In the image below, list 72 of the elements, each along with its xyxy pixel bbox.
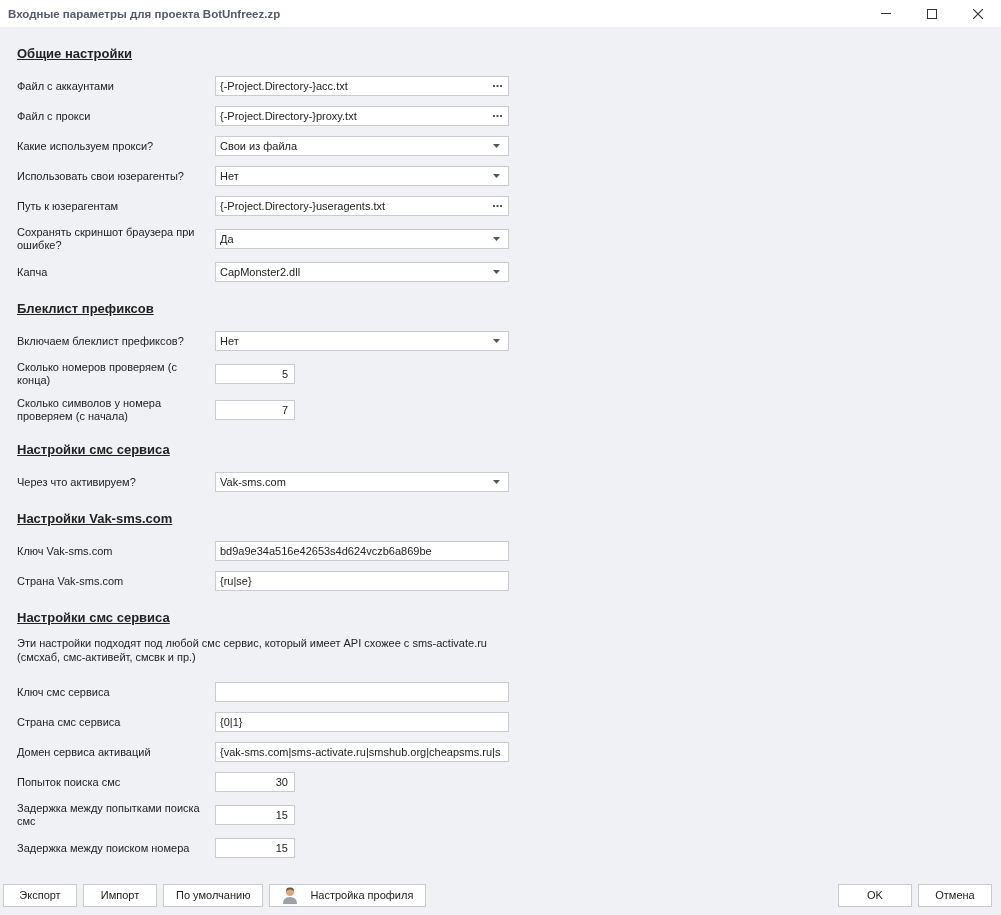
section-heading: Общие настройки xyxy=(17,46,132,62)
footer-button[interactable]: Настройка профиля xyxy=(269,883,427,907)
file-path-field[interactable]: {-Project.Directory-}proxy.txt xyxy=(215,106,509,126)
field-label: Страна Vak-sms.com xyxy=(17,574,125,588)
field-label: Путь к юзерагентам xyxy=(17,199,120,213)
field-value: Vak-sms.com xyxy=(220,476,287,488)
input-field[interactable]: {ru|se} xyxy=(215,571,509,591)
number-field[interactable]: 15 xyxy=(215,805,295,825)
section-heading: Блеклист префиксов xyxy=(17,301,154,317)
number-field[interactable]: 15 xyxy=(215,838,295,858)
field-label: Сохранять скриншот браузера при ошибке? xyxy=(17,226,196,252)
field-label: Сколько символов у номера проверяем (с начала) xyxy=(17,397,163,423)
field-value: Свои из файла xyxy=(220,140,299,152)
number-field[interactable]: 5 xyxy=(215,364,295,384)
dropdown[interactable]: CapMonster2.dll xyxy=(215,262,509,282)
field-value: Нет xyxy=(220,170,240,182)
ellipsis-icon xyxy=(493,204,502,208)
caret-icon xyxy=(493,270,500,274)
caret-icon xyxy=(493,339,500,343)
field-label: Использовать свои юзерагенты? xyxy=(17,169,185,183)
maximize-icon[interactable] xyxy=(927,8,937,19)
number-field[interactable]: 7 xyxy=(215,400,295,420)
field-label: Включаем блеклист префиксов? xyxy=(17,334,185,348)
caret-icon xyxy=(493,174,500,178)
number-field[interactable]: 30 xyxy=(215,772,295,792)
field-value: Нет xyxy=(220,335,240,347)
user-icon xyxy=(282,886,299,904)
description-text: Эти настройки подходят под любой смс сервис, который имеет API схожее с sms-activate.ru (смсхаб, смс-активейт, смсвк и пр.) xyxy=(17,636,488,664)
field-label: Файл с прокси xyxy=(17,109,92,123)
field-label: Попыток поиска смс xyxy=(17,775,122,789)
footer-button[interactable]: Импорт xyxy=(83,883,157,907)
field-label: Файл с аккаунтами xyxy=(17,79,115,93)
section-heading: Настройки Vak-sms.com xyxy=(17,511,173,527)
close-icon[interactable] xyxy=(973,8,983,19)
input-field[interactable]: {vak-sms.com|sms-activate.ru|smshub.org|cheapsms.ru|s xyxy=(215,742,509,762)
input-field[interactable] xyxy=(215,682,509,702)
field-label: Какие используем прокси? xyxy=(17,139,155,153)
field-value: {-Project.Directory-}proxy.txt xyxy=(220,110,358,122)
ellipsis-icon xyxy=(493,114,502,118)
footer-button[interactable]: Экспорт xyxy=(3,883,77,907)
input-field[interactable]: bd9a9e34a516e42653s4d624vczb6a869be xyxy=(215,541,509,561)
field-label: Задержка между поиском номера xyxy=(17,841,191,855)
dropdown[interactable]: Vak-sms.com xyxy=(215,472,509,492)
file-path-field[interactable]: {-Project.Directory-}acc.txt xyxy=(215,76,509,96)
field-value: CapMonster2.dll xyxy=(220,266,302,278)
dropdown[interactable]: Нет xyxy=(215,166,509,186)
caret-icon xyxy=(493,237,500,241)
caret-icon xyxy=(493,144,500,148)
section-heading: Настройки смс сервиса xyxy=(17,442,170,458)
footer-button[interactable]: Отмена xyxy=(918,883,992,907)
field-label: Страна смс сервиса xyxy=(17,715,122,729)
field-label: Капча xyxy=(17,265,49,279)
field-label: Через что активируем? xyxy=(17,475,137,489)
field-value: Да xyxy=(220,233,235,245)
ellipsis-icon xyxy=(493,84,502,88)
caret-icon xyxy=(493,480,500,484)
dropdown[interactable]: Свои из файла xyxy=(215,136,509,156)
file-path-field[interactable]: {-Project.Directory-}useragents.txt xyxy=(215,196,509,216)
input-field[interactable]: {0|1} xyxy=(215,712,509,732)
field-value: {-Project.Directory-}acc.txt xyxy=(220,80,349,92)
field-value: {-Project.Directory-}useragents.txt xyxy=(220,200,387,212)
field-label: Ключ Vak-sms.com xyxy=(17,544,114,558)
field-label: Ключ смс сервиса xyxy=(17,685,111,699)
field-label: Сколько номеров проверяем (с конца) xyxy=(17,361,178,387)
dropdown[interactable]: Нет xyxy=(215,331,509,351)
dropdown[interactable]: Да xyxy=(215,229,509,249)
field-label: Домен сервиса активаций xyxy=(17,745,152,759)
section-heading: Настройки смс сервиса xyxy=(17,610,170,626)
window-title: Входные параметры для проекта BotUnfreez.zp xyxy=(8,7,282,20)
footer-button[interactable]: OK xyxy=(838,883,912,907)
field-label: Задержка между попытками поиска смс xyxy=(17,802,201,828)
footer-button[interactable]: По умолчанию xyxy=(163,883,264,907)
